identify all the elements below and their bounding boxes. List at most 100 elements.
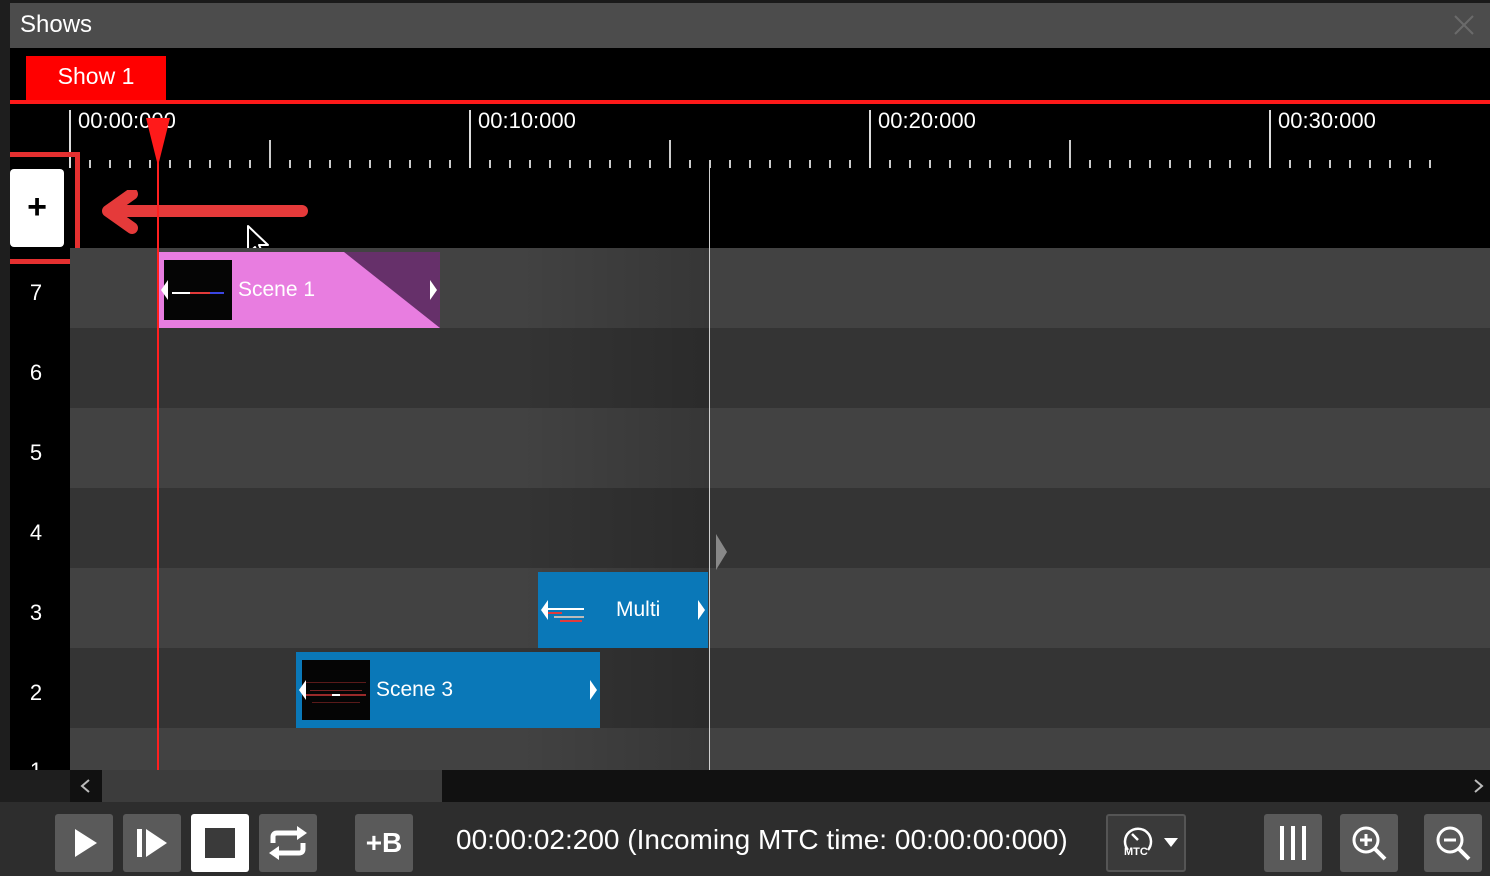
track-number: 5 (29, 440, 43, 465)
ruler-minor-tick (669, 140, 671, 168)
ruler-minor-tick (389, 160, 391, 168)
clip-multi[interactable]: Multi (538, 572, 708, 648)
show-end-line (709, 164, 710, 770)
ruler-minor-tick (629, 160, 631, 168)
trim-handle-left-icon[interactable] (160, 280, 170, 300)
play-button[interactable] (55, 814, 113, 872)
ruler-minor-tick (269, 140, 271, 168)
ruler-minor-tick (1289, 160, 1291, 168)
ruler-minor-tick (1029, 160, 1031, 168)
play-icon (75, 829, 97, 857)
ruler-minor-tick (549, 160, 551, 168)
stop-icon (205, 828, 235, 858)
zoom-in-icon (1352, 826, 1387, 861)
ruler-minor-tick (409, 160, 411, 168)
ruler-minor-tick (429, 160, 431, 168)
stop-button[interactable] (191, 814, 249, 872)
title-bar: Shows (10, 0, 1490, 48)
ruler-minor-tick (1229, 160, 1231, 168)
ruler-minor-tick (1149, 160, 1151, 168)
ruler-minor-tick (1329, 160, 1331, 168)
track-number: 6 (29, 360, 43, 385)
ruler-minor-tick (729, 160, 731, 168)
ruler-minor-tick (249, 160, 251, 168)
clip-scene-3[interactable]: Scene 3 (296, 652, 600, 728)
tab-show-1[interactable]: Show 1 (26, 56, 166, 100)
mtc-dropdown[interactable]: MTC (1106, 814, 1186, 872)
play-from-button[interactable] (123, 814, 181, 872)
horizontal-scrollbar[interactable] (70, 770, 1490, 802)
ruler-minor-tick (329, 160, 331, 168)
ruler-label: 00:30:000 (1278, 108, 1376, 133)
ruler-minor-tick (929, 160, 931, 168)
zoom-in-button[interactable] (1340, 814, 1398, 872)
blackout-button[interactable]: +B (355, 814, 413, 872)
ruler-minor-tick (109, 160, 111, 168)
ruler-minor-tick (189, 160, 191, 168)
snap-grid-button[interactable] (1264, 814, 1322, 872)
timeline[interactable]: 00:00:000 00:10:000 00:20:000 00:30:000 … (10, 104, 1490, 770)
zoom-out-button[interactable] (1424, 814, 1482, 872)
ruler-minor-tick (889, 160, 891, 168)
timecode-display: 00:00:02:200 (Incoming MTC time: 00:00:0… (456, 824, 1068, 855)
ruler-minor-tick (1069, 140, 1071, 168)
ruler-minor-tick (129, 160, 131, 168)
clip-label: Scene 3 (376, 678, 454, 701)
show-end-handle-icon[interactable] (714, 534, 728, 570)
ruler-minor-tick (1429, 160, 1431, 168)
ruler-major-tick (1269, 110, 1271, 168)
shows-window: Shows Show 1 00:00:000 00:10:000 00:20:0… (0, 0, 1490, 876)
clip-label: Scene 1 (238, 278, 316, 301)
add-track-button[interactable]: + (10, 169, 64, 247)
ruler-minor-tick (689, 160, 691, 168)
ruler-major-tick (869, 110, 871, 168)
ruler-minor-tick (289, 160, 291, 168)
trim-handle-right-icon[interactable] (428, 280, 438, 300)
trim-handle-left-icon[interactable] (298, 680, 308, 700)
ruler-minor-tick (309, 160, 311, 168)
ruler-minor-tick (1369, 160, 1371, 168)
scroll-left-icon[interactable] (78, 778, 94, 794)
ruler-minor-tick (969, 160, 971, 168)
close-icon[interactable] (1452, 13, 1476, 37)
ruler-minor-tick (909, 160, 911, 168)
ruler-minor-tick (1169, 160, 1171, 168)
loop-icon (269, 826, 307, 860)
ruler-minor-tick (589, 160, 591, 168)
ruler-minor-tick (1109, 160, 1111, 168)
ruler-minor-tick (89, 160, 91, 168)
ruler-minor-tick (749, 160, 751, 168)
columns-icon (1280, 826, 1306, 860)
trim-handle-right-icon[interactable] (696, 600, 706, 620)
loop-button[interactable] (259, 814, 317, 872)
ruler-minor-tick (1249, 160, 1251, 168)
ruler-minor-tick (489, 160, 491, 168)
ruler-minor-tick (989, 160, 991, 168)
ruler-minor-tick (1409, 160, 1411, 168)
scrollbar-thumb[interactable] (102, 770, 442, 802)
clip-scene-1[interactable]: Scene 1 (158, 252, 440, 328)
ruler-minor-tick (949, 160, 951, 168)
ruler-minor-tick (1189, 160, 1191, 168)
transport-bar: +B 00:00:02:200 (Incoming MTC time: 00:0… (0, 802, 1490, 876)
show-tabs: Show 1 (10, 48, 1490, 103)
ruler-minor-tick (209, 160, 211, 168)
trim-handle-right-icon[interactable] (588, 680, 598, 700)
track-number: 7 (29, 280, 43, 305)
trim-handle-left-icon[interactable] (540, 600, 550, 620)
window-title: Shows (20, 11, 93, 38)
track-number: 3 (29, 600, 43, 625)
ruler-label: 00:20:000 (878, 108, 976, 133)
ruler-minor-tick (1129, 160, 1131, 168)
arrow-left-icon (102, 190, 308, 234)
ruler-minor-tick (509, 160, 511, 168)
track-number: 2 (29, 680, 43, 705)
ruler-minor-tick (809, 160, 811, 168)
ruler-minor-tick (609, 160, 611, 168)
ruler-minor-tick (1089, 160, 1091, 168)
scroll-right-icon[interactable] (1470, 778, 1486, 794)
ruler-minor-tick (369, 160, 371, 168)
clip-label: Multi (616, 598, 661, 621)
track-number: 4 (29, 520, 43, 545)
playhead-marker-icon[interactable] (144, 118, 172, 168)
